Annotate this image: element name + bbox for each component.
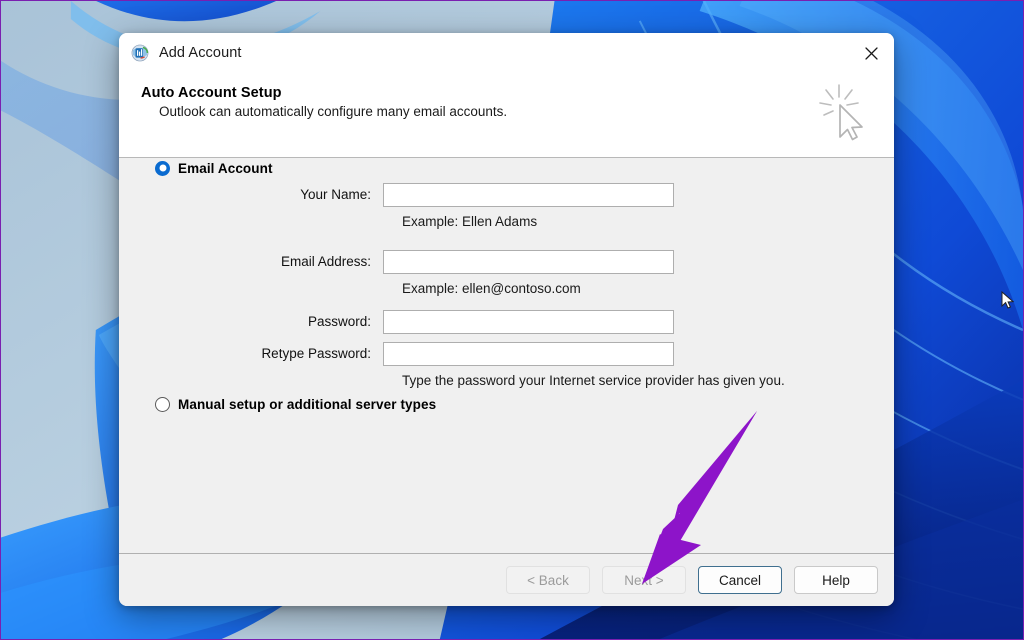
label-email-address: Email Address:	[281, 254, 371, 269]
radio-manual-setup[interactable]: Manual setup or additional server types	[155, 394, 436, 414]
add-account-dialog: Add Account Auto Account Setup Outlook c…	[119, 33, 894, 606]
label-retype-password: Retype Password:	[261, 346, 371, 361]
dialog-header: Auto Account Setup Outlook can automatic…	[119, 73, 894, 158]
desktop-wallpaper: Add Account Auto Account Setup Outlook c…	[0, 0, 1024, 640]
radio-email-account[interactable]: Email Account	[155, 158, 273, 178]
page-title: Auto Account Setup	[141, 85, 894, 101]
cursor-sparkle-icon	[814, 81, 872, 143]
dialog-titlebar[interactable]: Add Account	[119, 33, 894, 73]
radio-email-account-indicator	[155, 161, 170, 176]
help-button-label: Help	[822, 573, 850, 588]
dialog-footer: < Back Next > Cancel Help	[119, 553, 894, 606]
hint-your-name: Example: Ellen Adams	[402, 214, 537, 229]
cancel-button[interactable]: Cancel	[698, 566, 782, 594]
next-button-label: Next >	[624, 573, 663, 588]
back-button[interactable]: < Back	[506, 566, 590, 594]
label-password: Password:	[308, 314, 371, 329]
your-name-input[interactable]	[383, 183, 674, 207]
dialog-body: Email Account Your Name: Example: Ellen …	[119, 158, 894, 553]
back-button-label: < Back	[527, 573, 569, 588]
retype-password-input[interactable]	[383, 342, 674, 366]
dialog-title: Add Account	[159, 45, 242, 61]
mouse-cursor-icon	[1001, 291, 1015, 311]
radio-email-account-label: Email Account	[178, 161, 273, 176]
cancel-button-label: Cancel	[719, 573, 761, 588]
label-your-name: Your Name:	[300, 187, 371, 202]
close-icon[interactable]	[848, 33, 894, 73]
help-button[interactable]: Help	[794, 566, 878, 594]
password-input[interactable]	[383, 310, 674, 334]
next-button[interactable]: Next >	[602, 566, 686, 594]
radio-manual-setup-label: Manual setup or additional server types	[178, 397, 436, 412]
hint-password: Type the password your Internet service …	[402, 373, 785, 388]
page-subtitle: Outlook can automatically configure many…	[159, 104, 894, 119]
radio-manual-setup-indicator	[155, 397, 170, 412]
hint-email-address: Example: ellen@contoso.com	[402, 281, 581, 296]
outlook-globe-icon	[131, 44, 149, 62]
email-address-input[interactable]	[383, 250, 674, 274]
